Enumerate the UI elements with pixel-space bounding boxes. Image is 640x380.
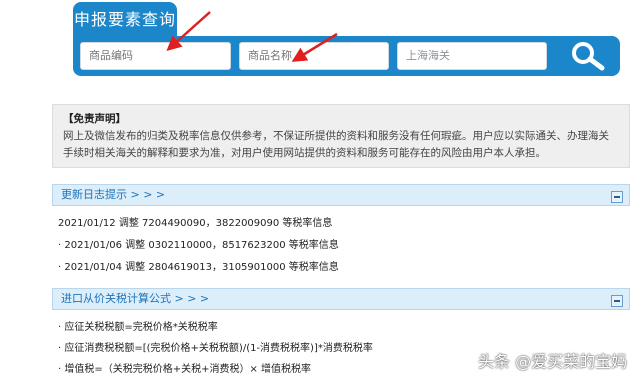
formula-header[interactable]: 进口从价关税计算公式 > > > [52, 288, 630, 310]
formula-line: · 增值税=（关税完税价格+关税+消费税）× 增值税税率 [58, 364, 312, 375]
update-log-entry: · 2021/01/06 调整 0302110000，8517623200 等税… [58, 240, 339, 251]
search-tab-title: 申报要素查询 [73, 2, 177, 38]
update-log-header[interactable]: 更新日志提示 > > > [52, 184, 630, 206]
update-log-entry: · 2021/01/04 调整 2804619013，3105901000 等税… [58, 262, 339, 273]
formula-line: · 应征消费税税额=[(完税价格+关税税额)/(1-消费税税率)]*消费税税率 [58, 343, 373, 354]
collapse-icon[interactable] [611, 295, 623, 307]
search-icon [571, 42, 604, 71]
update-log-entry: 2021/01/12 调整 7204490090，3822009090 等税率信… [58, 218, 333, 229]
disclaimer-text: 网上及微信发布的归类及税率信息仅供参考，不保证所提供的资料和服务没有任何瑕疵。用… [63, 130, 609, 159]
search-button[interactable] [555, 36, 620, 76]
product-code-input[interactable] [80, 42, 231, 70]
update-log-body: 2021/01/12 调整 7204490090，3822009090 等税率信… [52, 206, 630, 280]
formula-title: 进口从价关税计算公式 > > > [61, 292, 210, 305]
watermark: 头条 @爱买菜的宝妈 [478, 352, 628, 371]
disclaimer-box: 【免责声明】 网上及微信发布的归类及税率信息仅供参考，不保证所提供的资料和服务没… [52, 104, 630, 168]
collapse-icon[interactable] [611, 191, 623, 203]
formula-line: · 应征关税税额=完税价格*关税税率 [58, 322, 218, 333]
update-log-title: 更新日志提示 > > > [61, 188, 166, 201]
customs-select[interactable]: 上海海关 [397, 42, 547, 70]
product-name-input[interactable] [239, 42, 389, 70]
disclaimer-title: 【免责声明】 [63, 113, 126, 125]
